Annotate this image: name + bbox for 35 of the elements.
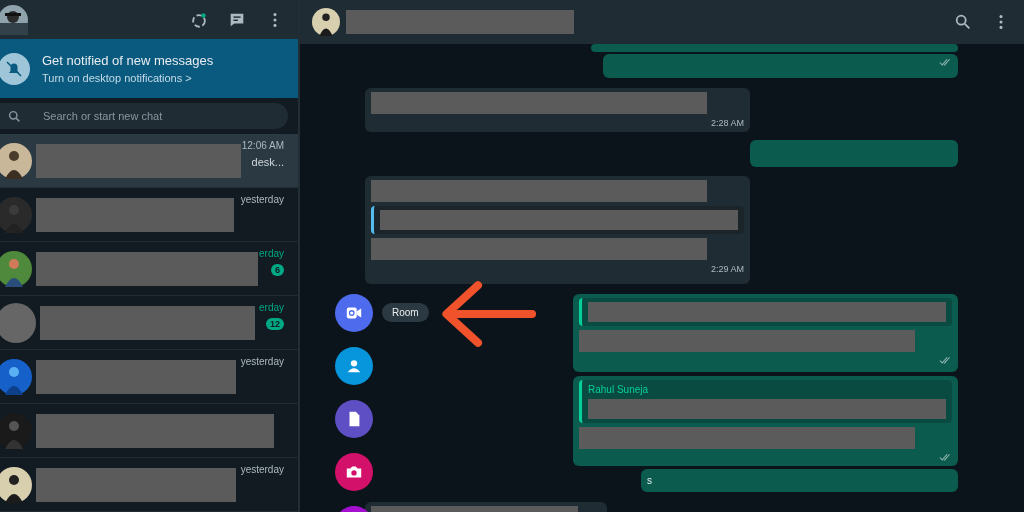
document-button[interactable] — [335, 400, 373, 438]
chat-time: yesterday — [240, 464, 284, 475]
double-check-icon — [939, 58, 952, 67]
chat-item[interactable]: erday 12 — [0, 296, 298, 350]
unread-count: 12 — [266, 318, 284, 330]
message-time: 2:29 AM — [710, 264, 744, 274]
chat-item[interactable]: yesterday — [0, 350, 298, 404]
contact-button[interactable] — [335, 347, 373, 385]
search-icon[interactable] — [954, 13, 972, 31]
room-button[interactable] — [335, 294, 373, 332]
double-check-icon — [939, 453, 952, 462]
double-check-icon — [939, 356, 952, 365]
search-icon — [8, 110, 21, 123]
chat-item[interactable]: erday 6 — [0, 242, 298, 296]
chat-item[interactable]: yesterday — [0, 188, 298, 242]
message-time: 2:28 AM — [710, 118, 744, 128]
message-text: s — [647, 474, 653, 488]
avatar-placeholder — [0, 302, 36, 343]
chat-time: 12:06 AM — [241, 140, 284, 151]
person-icon — [345, 357, 363, 375]
chat-item[interactable]: 12:06 AM desk... — [0, 134, 298, 188]
quoted-sender: Rahul Suneja — [588, 384, 650, 395]
notifications-link[interactable]: Turn on desktop notifications > — [42, 72, 214, 85]
search-field[interactable]: Search or start new chat — [0, 103, 288, 129]
chat-time: yesterday — [240, 194, 284, 205]
chat-time: erday — [259, 248, 284, 259]
tooltip: Room — [382, 303, 429, 322]
chat-time: erday — [259, 302, 284, 313]
banner-title: Get notified of new messages — [42, 53, 214, 69]
message-preview: desk... — [251, 156, 284, 168]
status-icon[interactable] — [190, 10, 208, 29]
chat-item[interactable]: yesterday — [0, 458, 298, 512]
camera-button[interactable] — [335, 453, 373, 491]
unread-count: 6 — [271, 264, 284, 276]
chat-time: yesterday — [240, 356, 284, 367]
